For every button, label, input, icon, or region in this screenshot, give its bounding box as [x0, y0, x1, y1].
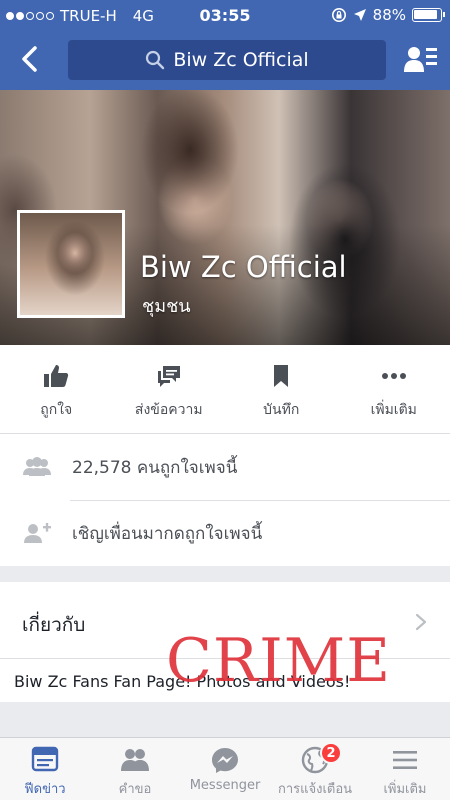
- like-button[interactable]: ถูกใจ: [0, 345, 113, 433]
- back-arrow-icon[interactable]: [14, 42, 48, 76]
- more-label: เพิ่มเติม: [370, 402, 417, 418]
- tab-messenger[interactable]: Messenger: [180, 738, 270, 800]
- search-text: Biw Zc Official: [173, 49, 309, 71]
- page-category[interactable]: ชุมชน: [142, 291, 191, 320]
- about-title: เกี่ยวกับ: [22, 614, 86, 636]
- menu-icon: [393, 751, 417, 769]
- tab-more-label: เพิ่มเติม: [383, 782, 427, 797]
- tab-messenger-label: Messenger: [189, 778, 261, 793]
- more-icon: [381, 373, 406, 379]
- battery-percent: 88%: [372, 6, 406, 24]
- location-arrow-icon: [353, 9, 366, 21]
- status-bar: TRUE-H 4G 03:55 88%: [0, 0, 450, 32]
- tab-news-feed-label: ฟีดข่าว: [24, 782, 66, 797]
- add-person-icon: [24, 523, 51, 543]
- news-feed-icon: [31, 746, 59, 772]
- like-icon: [44, 365, 69, 387]
- likes-count-text: 22,578 คนถูกใจเพจนี้: [72, 457, 238, 478]
- bottom-tab-bar: ฟีดข่าว คำขอ Messenger 2 การแจ้งเตือน เพ…: [0, 737, 450, 800]
- friend-requests-icon: [121, 749, 149, 771]
- top-bar: TRUE-H 4G 03:55 88% Biw Zc Official: [0, 0, 450, 90]
- likes-row[interactable]: 22,578 คนถูกใจเพจนี้: [0, 434, 450, 500]
- invite-friends-row[interactable]: เชิญเพื่อนมากดถูกใจเพจนี้: [0, 500, 450, 566]
- tab-news-feed[interactable]: ฟีดข่าว: [0, 738, 90, 800]
- rotation-lock-icon: [331, 8, 346, 22]
- search-bar[interactable]: Biw Zc Official: [68, 40, 386, 80]
- tab-requests[interactable]: คำขอ: [90, 738, 180, 800]
- tab-requests-label: คำขอ: [118, 782, 152, 797]
- message-icon: [157, 366, 180, 387]
- bookmark-icon: [274, 365, 289, 387]
- battery-icon: [412, 8, 445, 22]
- page-title: Biw Zc Official: [140, 250, 347, 284]
- page-action-bar: ถูกใจ ส่งข้อความ บันทึก เพิ่มเติม: [0, 345, 450, 433]
- person-list-icon[interactable]: [404, 44, 438, 74]
- search-icon: [146, 50, 165, 70]
- save-label: บันทึก: [263, 402, 300, 418]
- more-button[interactable]: เพิ่มเติม: [338, 345, 450, 433]
- navigation-bar: Biw Zc Official: [0, 34, 450, 86]
- crime-stamp-overlay: CRIME: [166, 626, 392, 696]
- tab-more[interactable]: เพิ่มเติม: [360, 738, 450, 800]
- notification-badge: 2: [320, 742, 342, 764]
- invite-friends-text: เชิญเพื่อนมากดถูกใจเพจนี้: [72, 523, 263, 544]
- save-button[interactable]: บันทึก: [225, 345, 338, 433]
- people-icon: [23, 457, 51, 476]
- profile-picture[interactable]: [17, 210, 125, 318]
- tab-notifications-label: การแจ้งเตือน: [277, 782, 353, 797]
- chevron-right-icon: [415, 613, 427, 631]
- like-label: ถูกใจ: [40, 402, 73, 418]
- message-button[interactable]: ส่งข้อความ: [113, 345, 226, 433]
- tab-notifications[interactable]: 2 การแจ้งเตือน: [270, 738, 360, 800]
- message-label: ส่งข้อความ: [134, 402, 203, 418]
- messenger-icon: [212, 748, 238, 773]
- page-info-section: 22,578 คนถูกใจเพจนี้ เชิญเพื่อนมากดถูกใจ…: [0, 433, 450, 566]
